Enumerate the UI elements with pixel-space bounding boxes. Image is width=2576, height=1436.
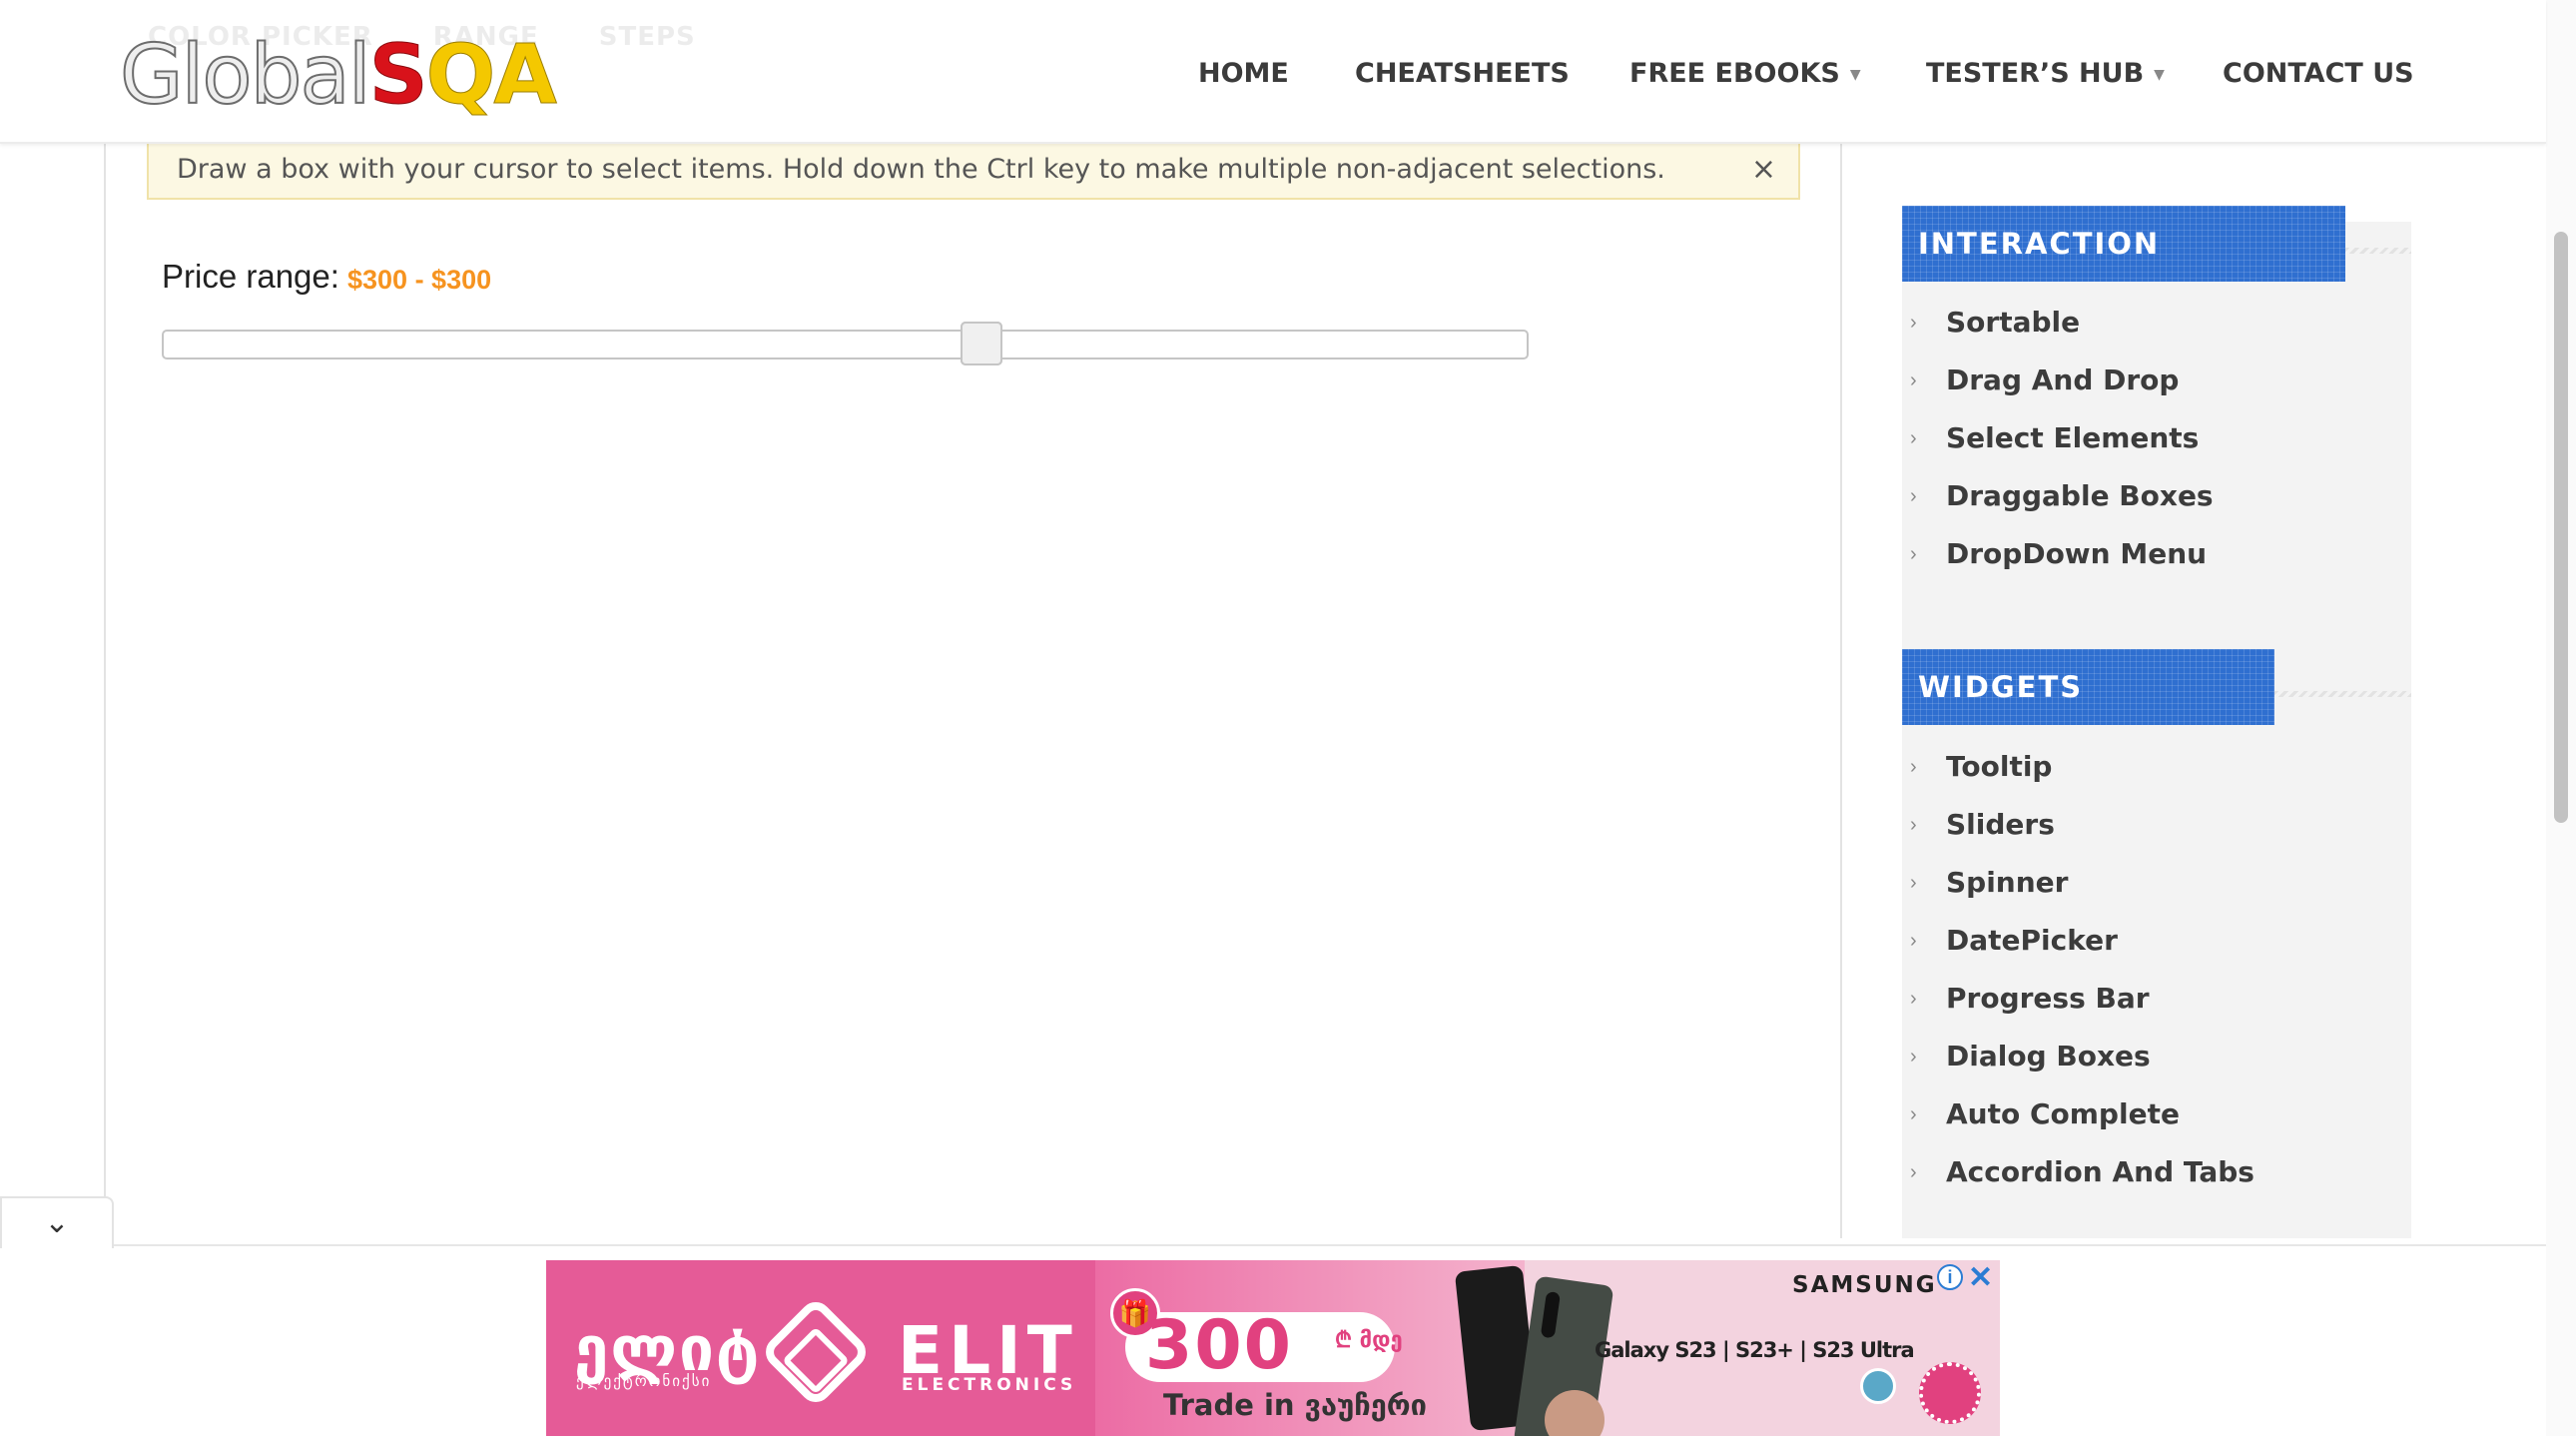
price-range-value: $300 - $300	[347, 265, 492, 295]
sidebar-item-label: Spinner	[1946, 866, 2069, 899]
chevron-right-icon: ›	[1910, 814, 1917, 836]
ad-amount: 300	[1145, 1306, 1293, 1385]
site-header: COLOR PICKER RANGE STEPS GlobalSQA HOME …	[0, 0, 2546, 144]
sidebar-item-label: Select Elements	[1946, 421, 2200, 454]
ad-amount-unit: ₾ მდე	[1335, 1328, 1403, 1353]
tab-steps[interactable]: STEPS	[599, 22, 696, 52]
widgets-widget-title: WIDGETS	[1902, 649, 2274, 725]
ad-brand-georgian-sub: ელექტრონიქსი	[576, 1372, 712, 1390]
chevron-right-icon: ›	[1910, 312, 1917, 334]
nav-contact-us[interactable]: CONTACT US	[2223, 58, 2414, 89]
chevron-right-icon: ›	[1910, 872, 1917, 894]
sidebar-item-label: Draggable Boxes	[1946, 479, 2214, 512]
nav-testers-hub[interactable]: TESTER’S HUB ▼	[1926, 58, 2165, 89]
price-range-slider[interactable]	[162, 322, 1529, 365]
content-left-border	[104, 144, 106, 1238]
seal-icon	[1919, 1362, 1981, 1424]
nav-free-ebooks-label: FREE EBOOKS	[1629, 58, 1840, 89]
chevron-right-icon: ›	[1910, 756, 1917, 778]
ad-info-icon[interactable]: i	[1937, 1264, 1963, 1290]
ad-models: Galaxy S23 | S23+ | S23 Ultra	[1595, 1338, 1915, 1362]
chevron-down-icon: ▼	[1849, 66, 1861, 83]
nav-cheatsheets[interactable]: CHEATSHEETS	[1355, 58, 1570, 89]
title-decoration	[2274, 691, 2411, 697]
globe-icon	[1860, 1368, 1896, 1404]
advertisement-banner[interactable]: ელიტ ელექტრონიქსი ELIT ELECTRONICS 🎁 300…	[546, 1260, 2000, 1436]
ad-trade-in: Trade in ვაუჩერი	[1163, 1388, 1428, 1422]
notice-text: Draw a box with your cursor to select it…	[177, 154, 1665, 185]
nav-home[interactable]: HOME	[1198, 58, 1289, 89]
logo-s: S	[368, 28, 428, 124]
sidebar-item-label: Sliders	[1946, 808, 2055, 841]
site-logo[interactable]: GlobalSQA	[119, 26, 557, 126]
bottom-ad-bar: ელიტ ელექტრონიქსი ELIT ELECTRONICS 🎁 300…	[0, 1244, 2546, 1436]
close-icon[interactable]: ×	[1751, 140, 1776, 200]
sidebar-item-label: Dialog Boxes	[1946, 1040, 2151, 1073]
interaction-widget-title: INTERACTION	[1902, 206, 2345, 282]
logo-global: Global	[119, 27, 372, 124]
chevron-right-icon: ›	[1910, 930, 1917, 952]
sidebar-item-label: DropDown Menu	[1946, 537, 2208, 570]
page-scrollbar[interactable]	[2546, 0, 2576, 1436]
chevron-down-icon: ▼	[2154, 66, 2165, 83]
nav-home-label: HOME	[1198, 58, 1289, 89]
nav-cheatsheets-label: CHEATSHEETS	[1355, 58, 1570, 89]
logo-qa: QA	[425, 28, 557, 124]
sidebar-item-label: Auto Complete	[1946, 1097, 2180, 1130]
chevron-right-icon: ›	[1910, 369, 1917, 391]
chevron-right-icon: ›	[1910, 1161, 1917, 1183]
nav-contact-us-label: CONTACT US	[2223, 58, 2414, 89]
collapse-ad-button[interactable]: ⌄	[0, 1196, 114, 1248]
ad-brand-sub: ELECTRONICS	[902, 1375, 1077, 1395]
chevron-right-icon: ›	[1910, 988, 1917, 1010]
chevron-right-icon: ›	[1910, 427, 1917, 449]
nav-free-ebooks[interactable]: FREE EBOOKS ▼	[1629, 58, 1861, 89]
chevron-right-icon: ›	[1910, 485, 1917, 507]
ad-close-icon[interactable]: ✕	[1968, 1260, 1993, 1295]
sidebar-item-label: Drag And Drop	[1946, 363, 2180, 396]
sidebar-item-label: Accordion And Tabs	[1946, 1155, 2254, 1188]
chevron-down-icon: ⌄	[44, 1206, 70, 1239]
scrollbar-thumb[interactable]	[2554, 232, 2568, 823]
title-decoration	[2345, 248, 2411, 254]
chevron-right-icon: ›	[1910, 543, 1917, 565]
sidebar-item-label: Tooltip	[1946, 750, 2053, 783]
sidebar-item-label: Sortable	[1946, 306, 2081, 339]
selection-hint-notice: Draw a box with your cursor to select it…	[147, 138, 1800, 200]
price-range-label: Price range:	[162, 258, 339, 295]
slider-handle-max[interactable]	[961, 322, 1002, 365]
sidebar-item-label: DatePicker	[1946, 924, 2118, 957]
samsung-logo: SAMSUNG	[1792, 1272, 1937, 1298]
sidebar-item-label: Progress Bar	[1946, 982, 2150, 1015]
chevron-right-icon: ›	[1910, 1046, 1917, 1068]
chevron-right-icon: ›	[1910, 1103, 1917, 1125]
content-right-border	[1840, 144, 1842, 1238]
nav-testers-hub-label: TESTER’S HUB	[1926, 58, 2145, 89]
